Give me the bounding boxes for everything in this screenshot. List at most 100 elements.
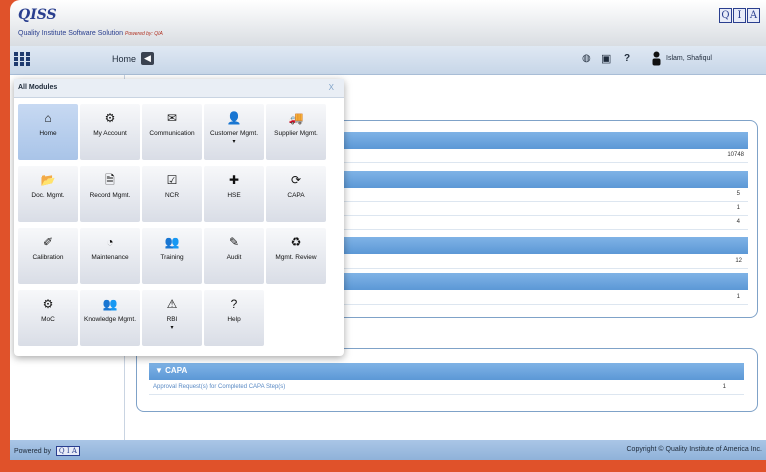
hse-icon: ✚: [228, 173, 240, 187]
row-count: 12: [735, 258, 742, 264]
row-count: 4: [736, 219, 740, 225]
qia-letter: A: [747, 8, 760, 23]
module-tile-audit[interactable]: ✎ Audit: [204, 228, 264, 284]
capa-panel: ▼ CAPA Approval Request(s) for Completed…: [136, 348, 758, 412]
arrow-left-icon[interactable]: ◀: [141, 52, 154, 65]
qia-letter: Q: [58, 447, 65, 455]
module-tile-customer-mgmt[interactable]: 👤 Customer Mgmt. ▾: [204, 104, 264, 160]
module-tile-moc[interactable]: ⚙ MoC: [18, 290, 78, 346]
powered-by-text: Powered by: [14, 448, 51, 455]
rbi-icon: ⚠: [166, 297, 178, 311]
training-icon: 👥: [164, 235, 180, 249]
close-icon[interactable]: X: [329, 83, 334, 92]
module-tile-training[interactable]: 👥 Training: [142, 228, 202, 284]
qiss-logo[interactable]: QISS Quality Institute Software Solution…: [18, 6, 163, 37]
module-tile-label: Mgmt. Review: [275, 254, 317, 261]
table-row[interactable]: Approval Request(s) for Completed CAPA S…: [149, 381, 744, 395]
communication-icon: ✉: [166, 111, 178, 125]
home-icon: ⌂: [44, 111, 52, 125]
user-icon[interactable]: [652, 51, 661, 66]
module-tile-label: Supplier Mgmt.: [274, 130, 318, 137]
row-count: 1: [722, 384, 726, 390]
caret-down-icon: ▾: [232, 139, 236, 145]
app-footer: Powered by Q I A Copyright © Quality Ins…: [10, 440, 766, 460]
module-tile-maintenance[interactable]: ◔ Maintenance: [80, 228, 140, 284]
globe-icon[interactable]: ◍: [582, 53, 591, 64]
tagline-text: Quality Institute Software Solution: [18, 30, 124, 37]
module-tile-ncr[interactable]: ☑ NCR: [142, 166, 202, 222]
top-nav: Home ◀ ◍ ▣ ? Islam, Shafiqul: [10, 46, 766, 75]
module-tile-label: Training: [160, 254, 184, 261]
module-tile-knowledge-mgmt[interactable]: 👥 Knowledge Mgmt.: [80, 290, 140, 346]
logo-tagline: Quality Institute Software Solution Powe…: [18, 30, 163, 37]
capa-section-header[interactable]: ▼ CAPA: [149, 363, 744, 380]
module-tile-home[interactable]: ⌂ Home: [18, 104, 78, 160]
copyright-text: Copyright © Quality Institute of America…: [626, 446, 763, 453]
row-count: 10748: [727, 152, 744, 158]
user-name[interactable]: Islam, Shafiqul: [666, 55, 712, 62]
qia-logo: Q I A: [719, 8, 760, 23]
module-tile-label: CAPA: [287, 192, 305, 199]
module-tile-label: Record Mgmt.: [89, 192, 131, 199]
tagline-powered: Powered by: QIA: [125, 31, 163, 37]
modules-header: All Modules X: [14, 79, 344, 98]
module-tile-mgmt-review[interactable]: ♻ Mgmt. Review: [266, 228, 326, 284]
qia-letter: Q: [719, 8, 732, 23]
module-tile-my-account[interactable]: ⚙ My Account: [80, 104, 140, 160]
module-tile-label: RBI: [166, 316, 178, 323]
module-tile-label: Communication: [149, 130, 195, 137]
module-tile-hse[interactable]: ✚ HSE: [204, 166, 264, 222]
doc-mgmt-icon: 📂: [40, 173, 56, 187]
qia-letter: I: [66, 447, 70, 455]
all-modules-popup: All Modules X ⌂ Home ⚙ My Account ✉ Communica…: [14, 79, 344, 356]
moc-icon: ⚙: [42, 297, 54, 311]
nav-home-label[interactable]: Home: [112, 54, 136, 64]
module-tile-label: NCR: [164, 192, 180, 199]
supplier-mgmt-icon: 🚚: [288, 111, 304, 125]
logo-text: QISS: [18, 7, 57, 23]
my-account-icon: ⚙: [104, 111, 116, 125]
calibration-icon: ✐: [42, 235, 54, 249]
ncr-icon: ☑: [166, 173, 178, 187]
capa-title: ▼ CAPA: [155, 366, 188, 375]
module-tile-record-mgmt[interactable]: 🗎 Record Mgmt.: [80, 166, 140, 222]
module-tile-communication[interactable]: ✉ Communication: [142, 104, 202, 160]
help-icon: ?: [230, 297, 238, 311]
row-count: 5: [736, 191, 740, 197]
audit-icon: ✎: [228, 235, 240, 249]
calendar-icon[interactable]: ▣: [601, 52, 611, 65]
app-window: QISS Quality Institute Software Solution…: [10, 0, 766, 472]
module-tile-label: Maintenance: [91, 254, 129, 261]
customer-mgmt-icon: 👤: [226, 111, 242, 125]
module-tile-label: HSE: [227, 192, 241, 199]
module-tile-label: MoC: [41, 316, 55, 323]
module-tile-label: Home: [39, 130, 57, 137]
module-tile-capa[interactable]: ⟳ CAPA: [266, 166, 326, 222]
qia-letter: A: [71, 447, 77, 455]
modules-title: All Modules: [18, 84, 58, 91]
module-tile-calibration[interactable]: ✐ Calibration: [18, 228, 78, 284]
qia-footer-logo: Q I A: [55, 446, 80, 456]
caret-down-icon: ▾: [170, 325, 174, 331]
module-tile-label: Customer Mgmt.: [209, 130, 259, 137]
powered-by: Powered by Q I A: [14, 446, 80, 456]
module-tile-rbi[interactable]: ⚠ RBI ▾: [142, 290, 202, 346]
apps-grid-icon[interactable]: [14, 52, 30, 66]
help-icon[interactable]: ?: [624, 53, 630, 64]
module-tile-label: Doc. Mgmt.: [31, 192, 65, 199]
module-tile-label: Audit: [226, 254, 242, 261]
capa-approval-link[interactable]: Approval Request(s) for Completed CAPA S…: [153, 384, 285, 390]
module-tile-supplier-mgmt[interactable]: 🚚 Supplier Mgmt.: [266, 104, 326, 160]
knowledge-mgmt-icon: 👥: [102, 297, 118, 311]
module-tile-label: Knowledge Mgmt.: [83, 316, 137, 323]
module-tile-help[interactable]: ? Help: [204, 290, 264, 346]
app-header: QISS Quality Institute Software Solution…: [10, 0, 766, 46]
maintenance-icon: ◔: [106, 235, 114, 249]
record-mgmt-icon: 🗎: [105, 173, 115, 187]
module-tile-label: My Account: [93, 130, 127, 137]
row-count: 1: [736, 294, 740, 300]
module-tile-doc-mgmt[interactable]: 📂 Doc. Mgmt.: [18, 166, 78, 222]
module-tile-label: Help: [227, 316, 241, 323]
row-count: 1: [736, 205, 740, 211]
module-tile-label: Calibration: [32, 254, 64, 261]
